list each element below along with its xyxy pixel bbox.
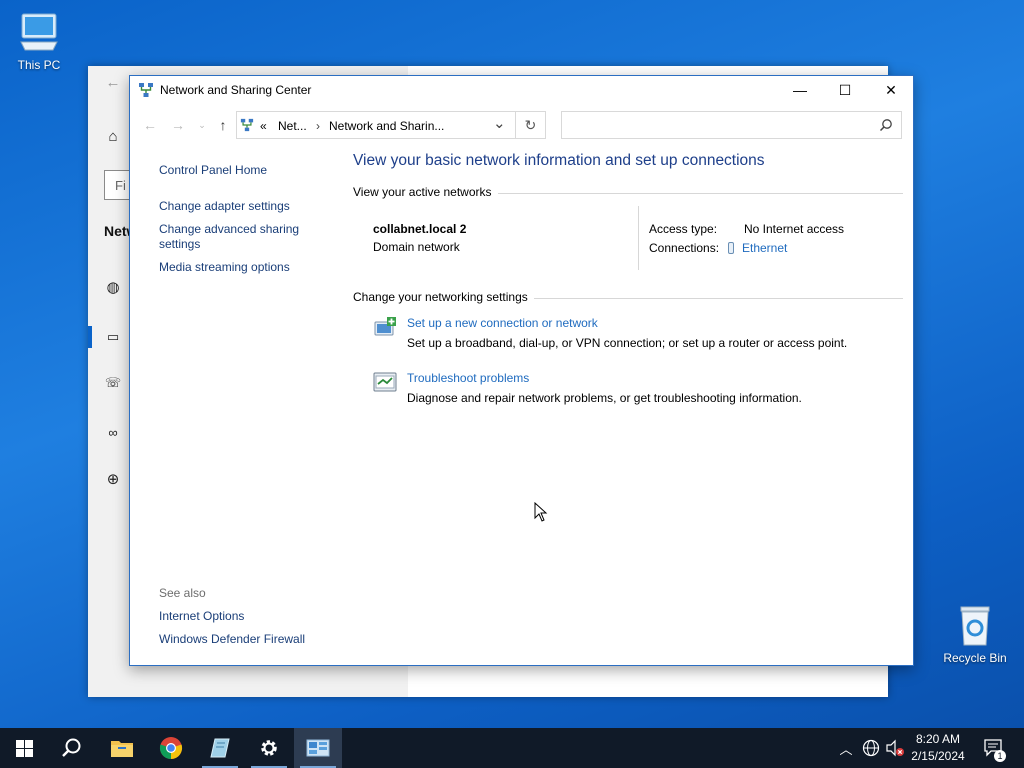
search-button[interactable] bbox=[48, 728, 96, 768]
navigation-bar: ← → ⌄ ↑ « Net... › Network and Sharin...… bbox=[130, 110, 913, 140]
internet-options-link[interactable]: Internet Options bbox=[159, 609, 244, 623]
troubleshoot-icon bbox=[373, 372, 397, 392]
troubleshoot-problems-description: Diagnose and repair network problems, or… bbox=[407, 391, 802, 405]
volume-muted-icon bbox=[886, 739, 904, 757]
connections-value[interactable]: Ethernet bbox=[728, 241, 787, 255]
system-clock[interactable]: 8:20 AM 2/15/2024 bbox=[903, 731, 973, 765]
chrome-icon bbox=[159, 737, 183, 760]
troubleshoot-problems-link[interactable]: Troubleshoot problems bbox=[407, 371, 529, 385]
nav-selection-indicator bbox=[88, 326, 92, 348]
change-adapter-settings-link[interactable]: Change adapter settings bbox=[159, 199, 290, 214]
active-networks-heading: View your active networks bbox=[353, 185, 498, 199]
taskbar-settings[interactable] bbox=[245, 728, 293, 768]
title-bar[interactable]: Network and Sharing Center — ☐ ✕ bbox=[130, 76, 913, 106]
address-bar[interactable]: « Net... › Network and Sharin... ⌄ bbox=[236, 111, 516, 139]
taskbar-file-explorer[interactable] bbox=[98, 728, 146, 768]
network-name: collabnet.local 2 bbox=[373, 222, 467, 236]
setup-new-connection-link[interactable]: Set up a new connection or network bbox=[407, 316, 598, 330]
recent-locations-button[interactable]: ⌄ bbox=[192, 115, 212, 135]
window-title: Network and Sharing Center bbox=[160, 83, 312, 97]
taskbar-chrome[interactable] bbox=[147, 728, 195, 768]
access-type-label: Access type: bbox=[649, 222, 718, 236]
search-icon bbox=[879, 119, 892, 132]
new-connection-icon bbox=[374, 317, 396, 336]
ethernet-icon[interactable]: ▭ bbox=[104, 328, 122, 346]
desktop-icon-label: Recycle Bin bbox=[943, 651, 1007, 665]
start-button[interactable] bbox=[0, 728, 48, 768]
windows-defender-firewall-link[interactable]: Windows Defender Firewall bbox=[159, 632, 305, 646]
ethernet-plug-icon bbox=[728, 242, 734, 254]
change-advanced-sharing-link-line1[interactable]: Change advanced sharing bbox=[159, 222, 299, 237]
vertical-divider bbox=[638, 206, 639, 270]
taskbar: ︿ 8:20 AM 2/15/2024 1 bbox=[0, 728, 1024, 768]
media-streaming-options-link[interactable]: Media streaming options bbox=[159, 260, 290, 275]
mouse-cursor-icon bbox=[534, 502, 548, 522]
clock-time: 8:20 AM bbox=[915, 732, 961, 746]
computer-icon bbox=[20, 13, 58, 51]
close-button[interactable]: ✕ bbox=[868, 76, 914, 105]
search-icon bbox=[62, 738, 81, 757]
search-input[interactable] bbox=[561, 111, 902, 139]
forward-button[interactable]: → bbox=[168, 115, 188, 135]
change-settings-heading: Change your networking settings bbox=[353, 290, 534, 304]
connections-label: Connections: bbox=[649, 241, 720, 255]
breadcrumb-overflow[interactable]: « bbox=[260, 119, 267, 133]
network-center-icon bbox=[139, 83, 153, 97]
minimize-button[interactable]: — bbox=[777, 76, 823, 105]
page-title: View your basic network information and … bbox=[353, 152, 765, 169]
breadcrumb-network-sharing[interactable]: Network and Sharin... bbox=[329, 119, 444, 133]
recycle-bin-icon bbox=[960, 606, 990, 646]
desktop-icon-this-pc[interactable]: This PC bbox=[4, 10, 74, 72]
maximize-button[interactable]: ☐ bbox=[822, 76, 868, 105]
network-sharing-center-window[interactable]: Network and Sharing Center — ☐ ✕ ← → ⌄ ↑… bbox=[129, 75, 914, 666]
refresh-button[interactable]: ↻ bbox=[516, 111, 546, 139]
taskbar-control-panel[interactable] bbox=[294, 728, 342, 768]
see-also-heading: See also bbox=[159, 586, 206, 600]
change-advanced-sharing-link-line2[interactable]: settings bbox=[159, 237, 200, 252]
vpn-icon[interactable]: ∞ bbox=[104, 424, 122, 442]
control-panel-icon bbox=[306, 739, 330, 757]
control-panel-home-link[interactable]: Control Panel Home bbox=[159, 163, 267, 178]
up-button[interactable]: ↑ bbox=[213, 115, 233, 135]
desktop-icon-recycle-bin[interactable]: Recycle Bin bbox=[940, 603, 1010, 665]
back-button[interactable]: ← bbox=[140, 115, 160, 135]
show-hidden-icons-button[interactable]: ︿ bbox=[836, 728, 856, 768]
folder-icon bbox=[111, 741, 133, 757]
proxy-globe-icon[interactable]: ⊕ bbox=[104, 471, 122, 489]
access-type-value: No Internet access bbox=[744, 222, 845, 236]
notification-center-button[interactable]: 1 bbox=[980, 728, 1008, 768]
clock-date: 2/15/2024 bbox=[911, 749, 965, 763]
breadcrumb-network-internet[interactable]: Net... bbox=[278, 119, 307, 133]
globe-icon bbox=[862, 739, 880, 757]
status-globe-icon[interactable]: ◍ bbox=[104, 279, 122, 297]
breadcrumb-separator[interactable]: › bbox=[316, 119, 320, 133]
taskbar-app[interactable] bbox=[196, 728, 244, 768]
network-tray-icon[interactable] bbox=[860, 728, 882, 768]
gear-icon bbox=[261, 740, 277, 756]
desktop-icon-label: This PC bbox=[17, 58, 61, 72]
home-icon[interactable]: ⌂ bbox=[104, 128, 122, 146]
address-dropdown-button[interactable]: ⌄ bbox=[493, 114, 506, 132]
windows-logo-icon bbox=[15, 739, 33, 757]
setup-new-connection-description: Set up a broadband, dial-up, or VPN conn… bbox=[407, 336, 848, 350]
network-center-icon bbox=[240, 118, 254, 132]
back-arrow-icon[interactable]: ← bbox=[104, 74, 122, 92]
app-icon bbox=[210, 738, 230, 758]
dialup-icon[interactable]: ☏ bbox=[104, 374, 122, 392]
network-type: Domain network bbox=[373, 240, 460, 254]
notification-count-badge: 1 bbox=[994, 750, 1006, 762]
ethernet-link[interactable]: Ethernet bbox=[742, 241, 787, 255]
